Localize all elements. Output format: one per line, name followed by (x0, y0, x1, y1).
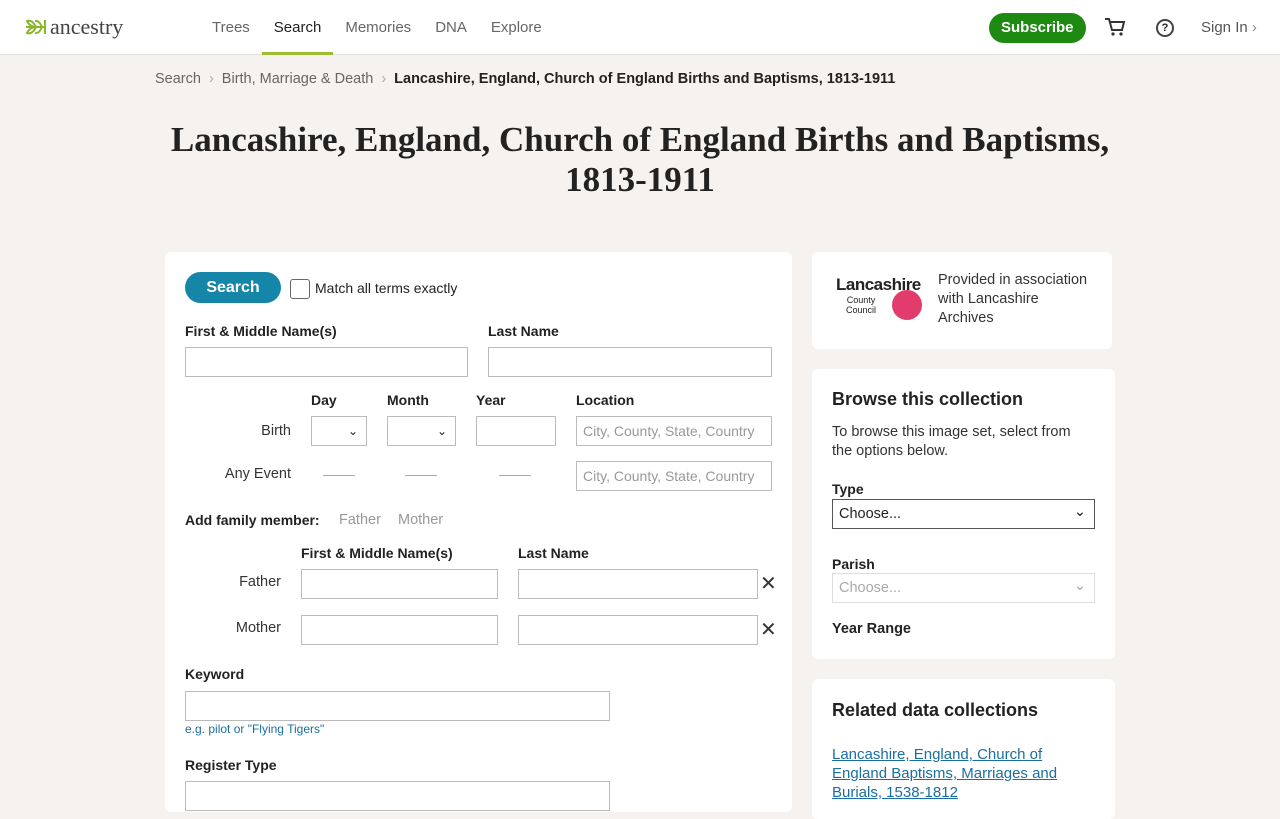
birth-year-input[interactable] (476, 416, 556, 446)
crumb-bmd[interactable]: Birth, Marriage & Death (222, 71, 374, 87)
provider-text: Provided in association with Lancashire … (938, 272, 1088, 326)
parish-select[interactable]: Choose... ⌄ (832, 573, 1095, 603)
page-title: Lancashire, England, Church of England B… (170, 120, 1110, 199)
main-nav: Trees Search Memories DNA Explore (200, 0, 554, 55)
add-family-label: Add family member: (185, 512, 320, 528)
year-label: Year (476, 392, 506, 408)
any-event-location-input[interactable]: City, County, State, Country (576, 461, 772, 491)
nav-search[interactable]: Search (261, 0, 334, 55)
nav-dna[interactable]: DNA (423, 0, 479, 55)
sign-in-link[interactable]: Sign In › (1201, 19, 1257, 36)
father-first-input[interactable] (301, 569, 498, 599)
last-name-label: Last Name (488, 323, 559, 339)
year-range-label: Year Range (832, 621, 911, 637)
first-name-input[interactable] (185, 347, 468, 377)
parish-label: Parish (832, 556, 875, 572)
lancashire-logo: Lancashire County Council (836, 275, 931, 320)
sign-in-label: Sign In (1201, 19, 1248, 36)
mother-label: Mother (235, 620, 281, 636)
remove-father-icon[interactable]: ✕ (760, 571, 777, 596)
first-name-label: First & Middle Name(s) (185, 323, 337, 339)
parish-value: Choose... (839, 580, 902, 596)
crumb-search[interactable]: Search (155, 71, 201, 87)
logo-text: ancestry (50, 14, 124, 39)
provider-card: Lancashire County Council Provided in as… (812, 252, 1112, 349)
any-event-label: Any Event (224, 466, 291, 482)
keyword-hint[interactable]: e.g. pilot or "Flying Tigers" (185, 722, 324, 736)
search-button[interactable]: Search (185, 272, 281, 303)
divider (405, 475, 437, 476)
father-last-input[interactable] (518, 569, 758, 599)
birth-month-select[interactable]: ⌄ (387, 416, 456, 446)
browse-card: Browse this collection To browse this im… (812, 369, 1115, 659)
register-type-input[interactable] (185, 781, 610, 811)
nav-trees[interactable]: Trees (200, 0, 262, 55)
ancestry-logo[interactable]: ancestry (24, 14, 123, 40)
browse-title: Browse this collection (832, 389, 1024, 409)
help-icon[interactable]: ? (1156, 19, 1174, 37)
browse-desc: To browse this image set, select from th… (832, 424, 1071, 459)
logo-name: Lancashire (836, 275, 921, 294)
family-last-label: Last Name (518, 545, 589, 561)
keyword-label: Keyword (185, 666, 245, 682)
keyword-input[interactable] (185, 691, 610, 721)
type-value: Choose... (839, 506, 902, 522)
add-mother-link[interactable]: Mother (398, 512, 443, 528)
family-first-label: First & Middle Name(s) (301, 545, 453, 561)
nav-memories[interactable]: Memories (333, 0, 423, 55)
crumb-current: Lancashire, England, Church of England B… (394, 71, 896, 87)
birth-location-input[interactable]: City, County, State, Country (576, 416, 772, 446)
birth-day-select[interactable]: ⌄ (311, 416, 367, 446)
related-card: Related data collections Lancashire, Eng… (812, 679, 1115, 819)
divider (499, 475, 531, 476)
related-title: Related data collections (832, 700, 1039, 720)
breadcrumb: Search › Birth, Marriage & Death › Lancash… (155, 71, 896, 87)
rose-icon (892, 290, 922, 320)
type-select[interactable]: Choose... ⌄ (832, 499, 1095, 529)
add-father-link[interactable]: Father (339, 512, 381, 528)
header: ancestry Trees Search Memories DNA Explo… (0, 0, 1280, 55)
mother-last-input[interactable] (518, 615, 758, 645)
type-label: Type (832, 481, 864, 497)
register-type-label: Register Type (185, 757, 277, 773)
match-exact-label: Match all terms exactly (315, 280, 458, 296)
nav-explore[interactable]: Explore (479, 0, 554, 55)
father-label: Father (239, 574, 281, 590)
remove-mother-icon[interactable]: ✕ (760, 617, 777, 642)
logo-sub: County Council (845, 295, 876, 315)
subscribe-button[interactable]: Subscribe (989, 13, 1086, 43)
related-link[interactable]: Lancashire, England, Church of England B… (832, 745, 1072, 802)
day-label: Day (311, 392, 337, 408)
location-label: Location (576, 392, 635, 408)
birth-label: Birth (261, 423, 291, 439)
month-label: Month (387, 392, 429, 408)
match-exact-checkbox[interactable] (290, 279, 310, 299)
last-name-input[interactable] (488, 347, 772, 377)
mother-first-input[interactable] (301, 615, 498, 645)
divider (323, 475, 355, 476)
leaf-icon (25, 19, 46, 35)
search-form: Search Match all terms exactly First & M… (165, 252, 792, 812)
cart-icon[interactable] (1104, 17, 1126, 37)
